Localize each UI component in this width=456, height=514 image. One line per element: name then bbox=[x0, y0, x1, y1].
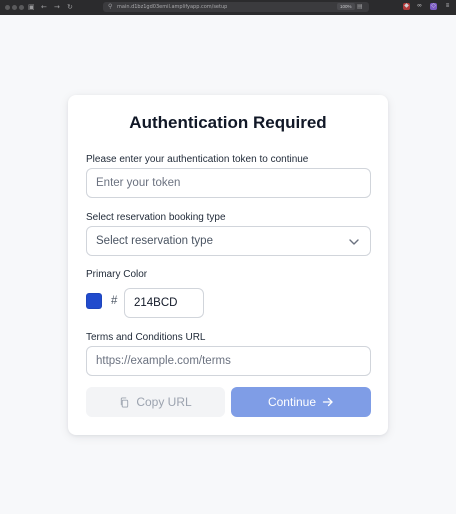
extension-icon-glasses[interactable]: ∞ bbox=[416, 3, 423, 10]
browser-toolbar: ▣ ← → ↻ ⚲ main.d1bz1gd03emil.amplifyapp.… bbox=[0, 0, 456, 15]
continue-label: Continue bbox=[267, 395, 317, 409]
reader-mode-icon[interactable]: ▤ bbox=[357, 3, 363, 11]
address-bar-url: main.d1bz1gd03emil.amplifyapp.com/setup bbox=[117, 4, 228, 10]
copy-url-button[interactable]: Copy URL bbox=[86, 387, 225, 417]
back-icon[interactable]: ← bbox=[41, 3, 47, 12]
copy-url-label: Copy URL bbox=[136, 395, 192, 409]
extension-icon-shield[interactable]: ◆ bbox=[403, 3, 410, 10]
copy-icon bbox=[121, 396, 129, 408]
hex-color-input[interactable] bbox=[124, 288, 204, 318]
window-close-dot[interactable] bbox=[5, 5, 10, 10]
booking-type-label: Select reservation booking type bbox=[86, 212, 226, 223]
color-swatch[interactable] bbox=[86, 293, 102, 309]
token-input[interactable] bbox=[86, 168, 371, 198]
forward-icon[interactable]: → bbox=[54, 3, 60, 12]
auth-card: Authentication Required Please enter you… bbox=[68, 95, 388, 435]
extension-icon-diamond[interactable]: ◇ bbox=[430, 3, 437, 10]
site-info-icon[interactable]: ⚲ bbox=[108, 3, 112, 11]
menu-icon[interactable]: ≡ bbox=[444, 3, 451, 10]
terms-url-label: Terms and Conditions URL bbox=[86, 332, 206, 343]
page-title: Authentication Required bbox=[129, 113, 327, 132]
arrow-right-icon bbox=[322, 397, 333, 407]
hex-prefix: # bbox=[111, 295, 118, 307]
window-zoom-dot[interactable] bbox=[19, 5, 24, 10]
reload-icon[interactable]: ↻ bbox=[67, 3, 73, 12]
continue-button[interactable]: Continue bbox=[231, 387, 371, 417]
token-label: Please enter your authentication token t… bbox=[86, 154, 309, 165]
primary-color-label: Primary Color bbox=[86, 269, 148, 280]
booking-type-select[interactable]: Select reservation type bbox=[86, 226, 371, 256]
sidebar-toggle-icon[interactable]: ▣ bbox=[28, 3, 35, 12]
address-bar[interactable]: ⚲ main.d1bz1gd03emil.amplifyapp.com/setu… bbox=[103, 2, 369, 12]
window-minimize-dot[interactable] bbox=[12, 5, 17, 10]
terms-url-input[interactable] bbox=[86, 346, 371, 376]
chevron-down-icon bbox=[349, 239, 359, 245]
zoom-level-badge[interactable]: 100% bbox=[337, 3, 355, 10]
booking-type-selected: Select reservation type bbox=[96, 235, 213, 247]
